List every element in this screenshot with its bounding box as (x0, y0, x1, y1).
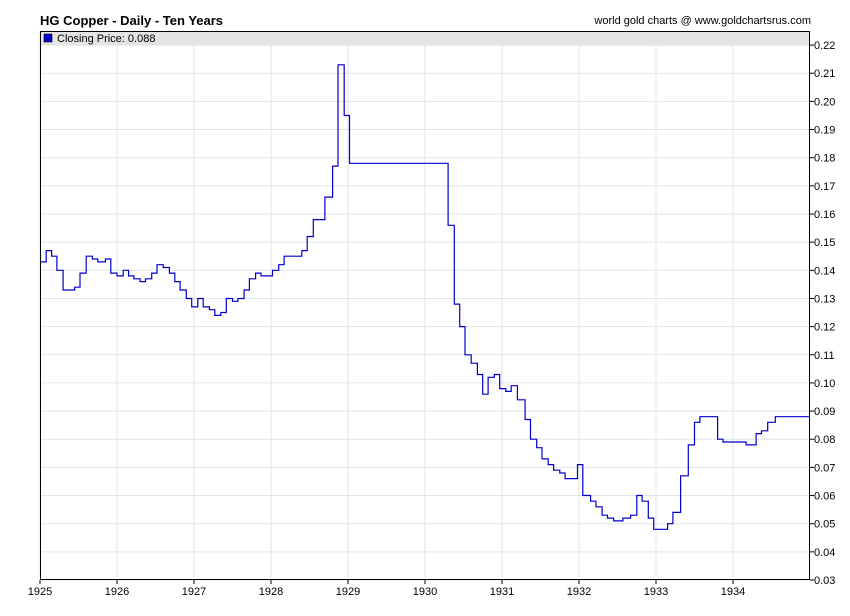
x-tick-label: 1928 (259, 586, 283, 598)
y-tick-label: 0.21 (814, 68, 835, 80)
x-tick-label: 1932 (567, 586, 591, 598)
y-tick-label: 0.12 (814, 322, 835, 334)
x-tick-label: 1931 (490, 586, 514, 598)
y-tick-label: 0.22 (814, 40, 835, 52)
y-tick-label: 0.07 (814, 462, 835, 474)
legend-swatch (43, 33, 53, 43)
y-tick-label: 0.17 (814, 181, 835, 193)
y-tick-label: 0.10 (814, 378, 835, 390)
y-tick-label: 0.11 (814, 350, 835, 362)
x-tick-label: 1934 (721, 586, 745, 598)
y-tick-label: 0.06 (814, 491, 835, 503)
y-tick-label: 0.05 (814, 519, 835, 531)
legend-label: Closing Price: 0.088 (57, 33, 155, 45)
legend-bar (40, 31, 810, 45)
price-chart: 0.03 0.04 0.05 0.06 0.07 0.08 0.09 0.10 0.11 0.12… (28, 31, 835, 598)
y-tick-label: 0.20 (814, 96, 835, 108)
y-tick-label: 0.03 (814, 575, 835, 587)
x-tick-label: 1929 (336, 586, 360, 598)
y-tick-label: 0.16 (814, 209, 835, 221)
y-tick-label: 0.18 (814, 153, 835, 165)
x-tick-label: 1933 (644, 586, 668, 598)
y-tick-label: 0.04 (814, 547, 835, 559)
x-tick-label: 1926 (105, 586, 129, 598)
y-tick-label: 0.13 (814, 293, 835, 305)
x-tick-label: 1930 (413, 586, 437, 598)
y-tick-label: 0.15 (814, 237, 835, 249)
x-tick-label: 1927 (182, 586, 206, 598)
y-tick-label: 0.14 (814, 265, 835, 277)
y-tick-label: 0.09 (814, 406, 835, 418)
y-tick-label: 0.19 (814, 125, 835, 137)
x-tick-label: 1925 (28, 586, 52, 598)
y-tick-label: 0.08 (814, 434, 835, 446)
